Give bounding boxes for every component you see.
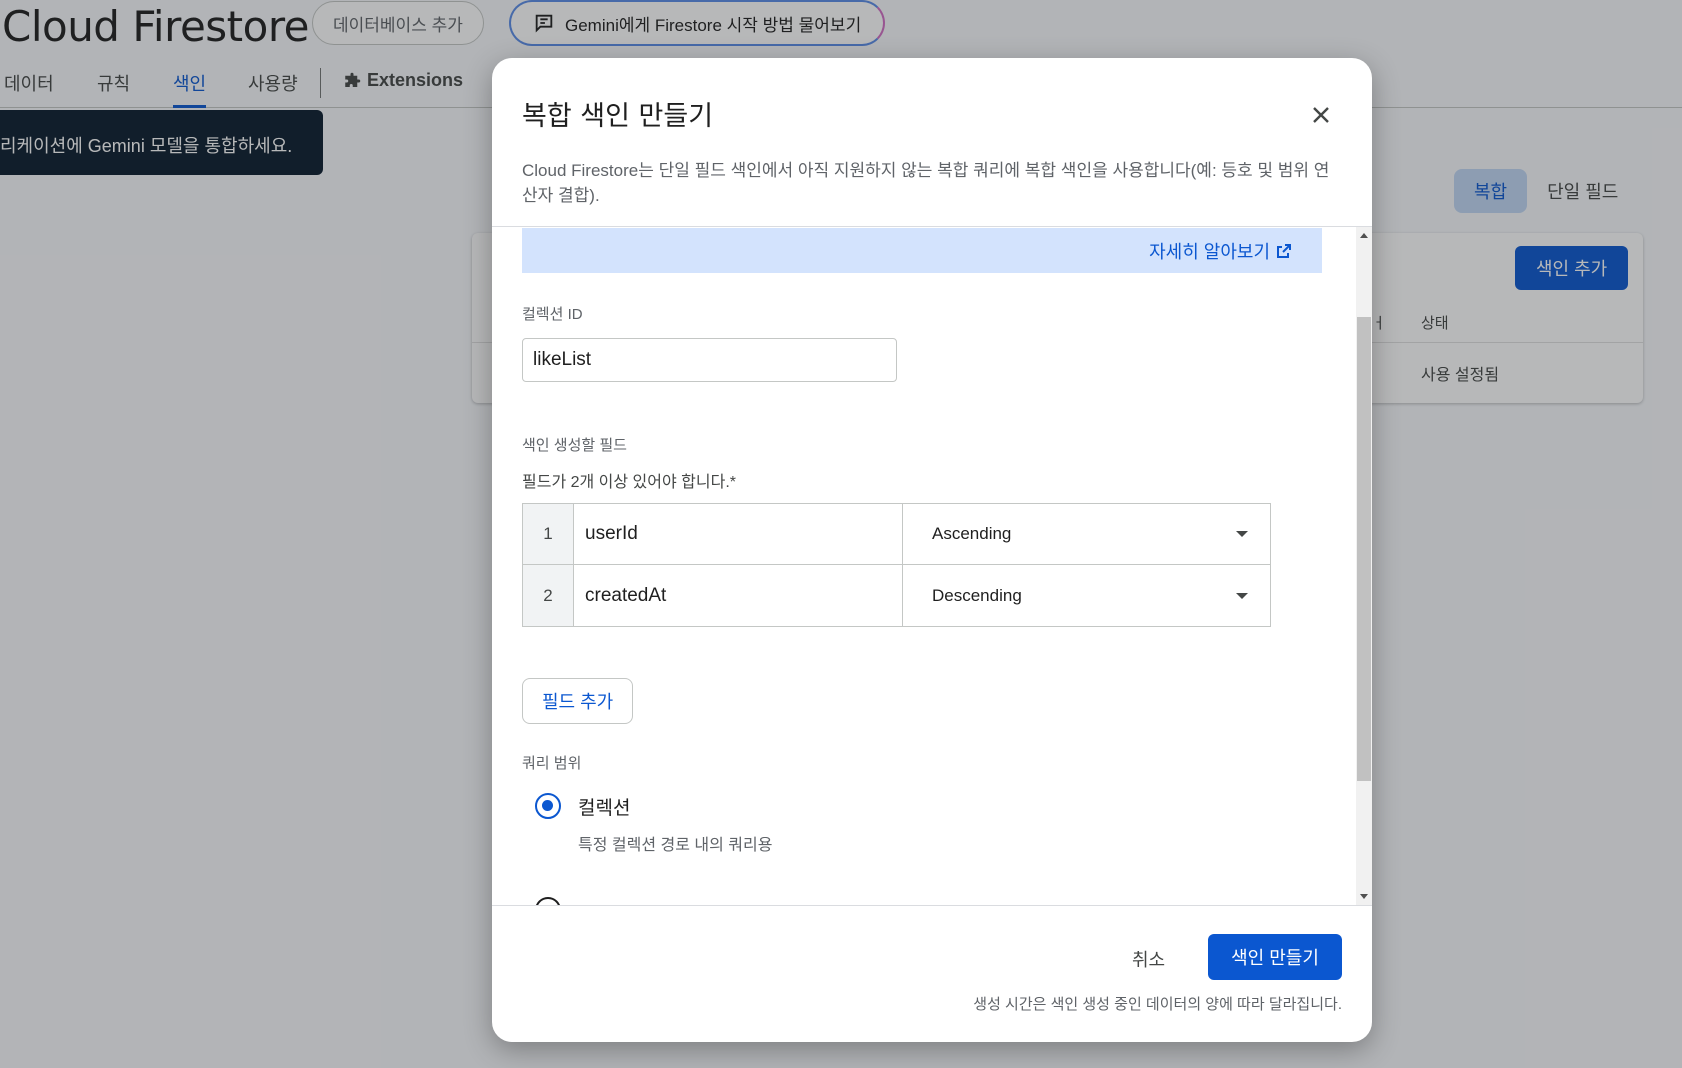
cancel-button[interactable]: 취소 [1118, 937, 1179, 981]
scrollbar-thumb[interactable] [1357, 317, 1371, 781]
learn-more-label: 자세히 알아보기 [1149, 242, 1270, 262]
field-order-value: Descending [932, 585, 1022, 605]
scroll-up-arrow-icon[interactable] [1360, 233, 1368, 238]
fields-requirement: 필드가 2개 이상 있어야 합니다.* [522, 474, 736, 491]
field-order-select[interactable]: Descending [903, 565, 1270, 626]
field-path-input[interactable]: createdAt [574, 565, 903, 626]
scrollbar[interactable] [1356, 227, 1372, 905]
create-index-button[interactable]: 색인 만들기 [1208, 934, 1342, 980]
create-composite-index-dialog: 복합 색인 만들기 Cloud Firestore는 단일 필드 색인에서 아직… [492, 58, 1372, 1042]
open-in-new-icon [1277, 244, 1291, 258]
dialog-description: Cloud Firestore는 단일 필드 색인에서 아직 지원하지 않는 복… [522, 161, 1330, 205]
learn-more-link[interactable]: 자세히 알아보기 [1149, 238, 1292, 264]
dialog-title: 복합 색인 만들기 [522, 101, 714, 132]
field-index: 2 [523, 565, 574, 626]
divider [492, 905, 1372, 906]
scroll-down-arrow-icon[interactable] [1360, 894, 1368, 899]
field-index: 1 [523, 504, 574, 564]
field-path-input[interactable]: userId [574, 504, 903, 564]
scope-collection-label: 컬렉션 [578, 798, 631, 819]
scope-collection-radio[interactable] [535, 793, 561, 819]
close-icon [1313, 107, 1329, 123]
dropdown-arrow-icon [1236, 531, 1248, 537]
dialog-scroll-content[interactable]: 자세히 알아보기 컬렉션 ID likeList 색인 생성할 필드 필드가 2… [492, 227, 1372, 905]
scope-collection-group-radio[interactable] [535, 897, 561, 905]
field-order-value: Ascending [932, 524, 1012, 543]
info-banner: 자세히 알아보기 [522, 228, 1322, 273]
field-order-select[interactable]: Ascending [903, 504, 1270, 564]
field-row: 2 createdAt Descending [523, 565, 1270, 626]
add-field-button[interactable]: 필드 추가 [522, 678, 634, 724]
collection-id-input[interactable]: likeList [522, 338, 897, 382]
query-scope-label: 쿼리 범위 [522, 755, 582, 772]
creation-time-note: 생성 시간은 색인 생성 중인 데이터의 양에 따라 달라집니다. [973, 996, 1342, 1013]
fields-table: 1 userId Ascending 2 createdAt Descendin… [522, 503, 1271, 627]
fields-label: 색인 생성할 필드 [522, 437, 627, 454]
field-row: 1 userId Ascending [523, 504, 1270, 565]
scope-collection-description: 특정 컬렉션 경로 내의 쿼리용 [578, 837, 773, 854]
dropdown-arrow-icon [1236, 592, 1248, 599]
close-button[interactable] [1304, 98, 1338, 132]
collection-id-label: 컬렉션 ID [522, 306, 583, 323]
